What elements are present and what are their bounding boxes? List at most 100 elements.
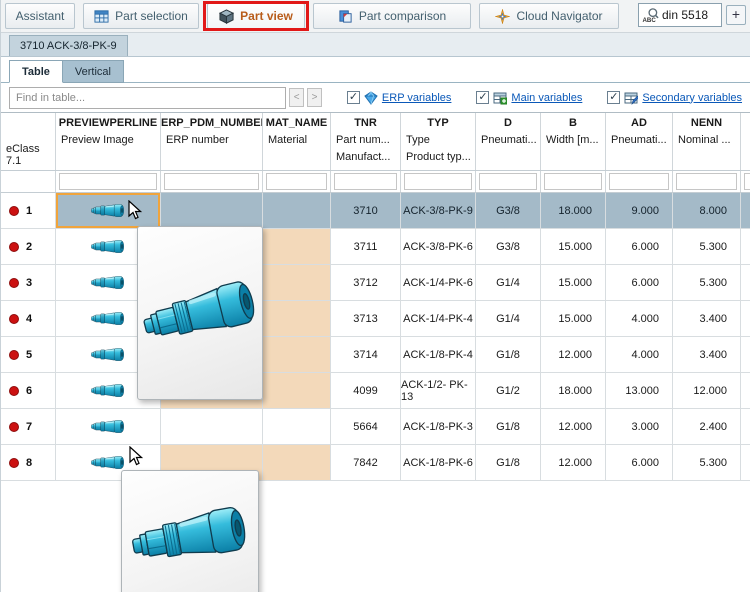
filter-input-ad[interactable] xyxy=(609,173,669,190)
part-thumbnail[interactable] xyxy=(91,274,125,291)
filter-input-nenn[interactable] xyxy=(676,173,737,190)
column-title: AD xyxy=(631,117,647,129)
tab-assistant[interactable]: Assistant xyxy=(5,3,75,29)
column-header-b[interactable]: B Width [m... xyxy=(541,113,606,170)
erp-variables-toggle[interactable]: ✓ ERP variables xyxy=(346,90,452,105)
column-header-d[interactable]: D Pneumati... xyxy=(476,113,541,170)
column-header-preview[interactable]: PREVIEWPERLINE Preview Image xyxy=(56,113,161,170)
column-header-nenn[interactable]: NENN Nominal ... xyxy=(673,113,741,170)
preview-popup-row8 xyxy=(121,470,259,592)
column-header-ad[interactable]: AD Pneumati... xyxy=(606,113,673,170)
column-header-tnr[interactable]: TNR Part num... Manufact... xyxy=(331,113,401,170)
tab-cloud-navigator[interactable]: Cloud Navigator xyxy=(479,3,619,29)
column-subtitle2: Manufact... xyxy=(336,151,391,163)
row-number-cell: 2 xyxy=(1,229,56,265)
column-header-mat[interactable]: MAT_NAME Material xyxy=(263,113,331,170)
column-title: MAT_NAME xyxy=(265,117,328,129)
filter-input-l[interactable] xyxy=(744,173,750,190)
ad-cell: 13.000 xyxy=(606,373,673,409)
table-row[interactable]: 4 3713 ACK-1/4-PK-4 G1/4 15.000 4.000 3.400 xyxy=(1,301,750,337)
column-subtitle2: Product typ... xyxy=(406,151,471,163)
secondary-variables-link[interactable]: Secondary variables xyxy=(642,92,742,104)
filter-input-preview[interactable] xyxy=(59,173,157,190)
part-thumbnail[interactable] xyxy=(91,418,125,435)
find-previous-button[interactable]: < xyxy=(289,88,305,107)
filter-input-b[interactable] xyxy=(544,173,602,190)
main-variables-checkbox[interactable]: ✓ xyxy=(476,91,490,104)
column-title: NENN xyxy=(690,117,723,129)
row-number: 3 xyxy=(26,276,33,289)
mouse-cursor xyxy=(129,446,143,466)
tab-table-view[interactable]: Table xyxy=(9,60,63,83)
main-variables-table-icon xyxy=(493,92,508,104)
column-header-erp[interactable]: ERP_PDM_NUMBER ERP number xyxy=(161,113,263,170)
row-number-cell: 5 xyxy=(1,337,56,373)
tab-part-selection[interactable]: Part selection xyxy=(83,3,199,29)
column-title: ERP_PDM_NUMBER xyxy=(161,117,263,129)
secondary-variables-toggle[interactable]: ✓ Secondary variables xyxy=(607,91,742,105)
search-input[interactable] xyxy=(662,8,718,22)
column-subtitle: Preview Image xyxy=(61,134,134,146)
preview-cell[interactable] xyxy=(56,193,161,229)
search-box[interactable]: ABC xyxy=(638,3,722,27)
typ-cell: ACK-1/4-PK-6 xyxy=(401,265,476,301)
row-number: 1 xyxy=(26,204,33,217)
main-toolbar: Assistant Part selection Part view Part … xyxy=(1,0,750,33)
d-cell: G1/8 xyxy=(476,445,541,481)
row-number-cell: 6 xyxy=(1,373,56,409)
d-cell: G1/8 xyxy=(476,409,541,445)
mat-cell xyxy=(263,337,331,373)
column-header-typ[interactable]: TYP Type Product typ... xyxy=(401,113,476,170)
nenn-cell: 2.400 xyxy=(673,409,741,445)
b-cell: 18.000 xyxy=(541,193,606,229)
typ-cell: ACK-1/4-PK-4 xyxy=(401,301,476,337)
secondary-variables-checkbox[interactable]: ✓ xyxy=(607,91,621,104)
table-row[interactable]: 2 3711 ACK-3/8-PK-6 G3/8 15.000 6.000 5.300 xyxy=(1,229,750,265)
tab-part-comparison[interactable]: Part comparison xyxy=(313,3,471,29)
document-tab[interactable]: 3710 ACK-3/8-PK-9 xyxy=(9,35,128,56)
row-number-cell: 7 xyxy=(1,409,56,445)
filter-input-mat[interactable] xyxy=(266,173,327,190)
table-row[interactable]: 3 3712 ACK-1/4-PK-6 G1/4 15.000 6.000 5.300 xyxy=(1,265,750,301)
row-number-cell: 3 xyxy=(1,265,56,301)
part-thumbnail[interactable] xyxy=(91,238,125,255)
column-header-l[interactable]: L xyxy=(741,113,750,170)
tab-part-view[interactable]: Part view xyxy=(207,3,305,29)
erp-variables-link[interactable]: ERP variables xyxy=(382,92,452,104)
tab-vertical-view[interactable]: Vertical xyxy=(62,60,124,83)
nenn-cell: 8.000 xyxy=(673,193,741,229)
table-body: 1 3710 ACK-3/8-PK-9 G3/8 18.000 9.000 8.000 2 37… xyxy=(1,193,750,481)
filter-cell-d xyxy=(476,171,541,192)
filter-cell-ad xyxy=(606,171,673,192)
add-search-button[interactable]: + xyxy=(726,5,746,25)
find-bar: < > ✓ ERP variables ✓ Main variables xyxy=(1,83,750,112)
part-thumbnail[interactable] xyxy=(91,382,125,399)
filter-input-typ[interactable] xyxy=(404,173,472,190)
d-cell: G1/4 xyxy=(476,265,541,301)
filter-input-tnr[interactable] xyxy=(334,173,397,190)
table-row[interactable]: 6 4099 ACK-1/2- PK-13 G1/2 18.000 13.000 12.00… xyxy=(1,373,750,409)
typ-cell: ACK-1/8-PK-6 xyxy=(401,445,476,481)
table-row[interactable]: 7 5664 ACK-1/8-PK-3 G1/8 12.000 3.000 2.400 xyxy=(1,409,750,445)
main-variables-toggle[interactable]: ✓ Main variables xyxy=(476,91,582,105)
filter-input-d[interactable] xyxy=(479,173,537,190)
column-title: B xyxy=(569,117,577,129)
part-thumbnail[interactable] xyxy=(91,202,125,219)
table-row[interactable]: 1 3710 ACK-3/8-PK-9 G3/8 18.000 9.000 8.000 xyxy=(1,193,750,229)
table-row[interactable]: 8 7842 ACK-1/8-PK-6 G1/8 12.000 6.000 5.300 xyxy=(1,445,750,481)
part-thumbnail[interactable] xyxy=(91,454,125,471)
filter-input-erp[interactable] xyxy=(164,173,259,190)
part-thumbnail[interactable] xyxy=(91,310,125,327)
find-next-button[interactable]: > xyxy=(307,88,322,107)
table-row[interactable]: 5 3714 ACK-1/8-PK-4 G1/8 12.000 4.000 3.400 xyxy=(1,337,750,373)
erp-cell xyxy=(161,193,263,229)
main-variables-link[interactable]: Main variables xyxy=(511,92,582,104)
preview-cell[interactable] xyxy=(56,409,161,445)
filter-cell-typ xyxy=(401,171,476,192)
row-number: 8 xyxy=(26,456,33,469)
eclass-label: eClass 7.1 xyxy=(6,143,40,167)
part-thumbnail[interactable] xyxy=(91,346,125,363)
erp-variables-checkbox[interactable]: ✓ xyxy=(346,91,360,104)
find-in-table-input[interactable] xyxy=(9,86,287,109)
tab-part-view-label: Part view xyxy=(240,9,293,23)
